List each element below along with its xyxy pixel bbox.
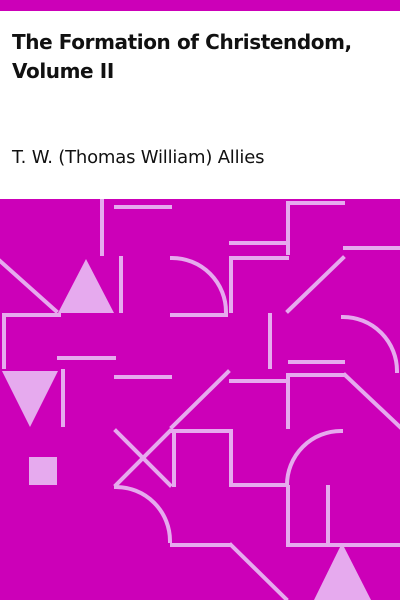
book-cover: The Formation of Christendom, Volume II … (0, 0, 400, 600)
accent-bar (0, 0, 400, 11)
book-title: The Formation of Christendom, Volume II (12, 30, 352, 83)
decorative-pattern (0, 199, 400, 600)
square-shape (29, 457, 57, 485)
book-author: T. W. (Thomas William) Allies (12, 147, 265, 168)
